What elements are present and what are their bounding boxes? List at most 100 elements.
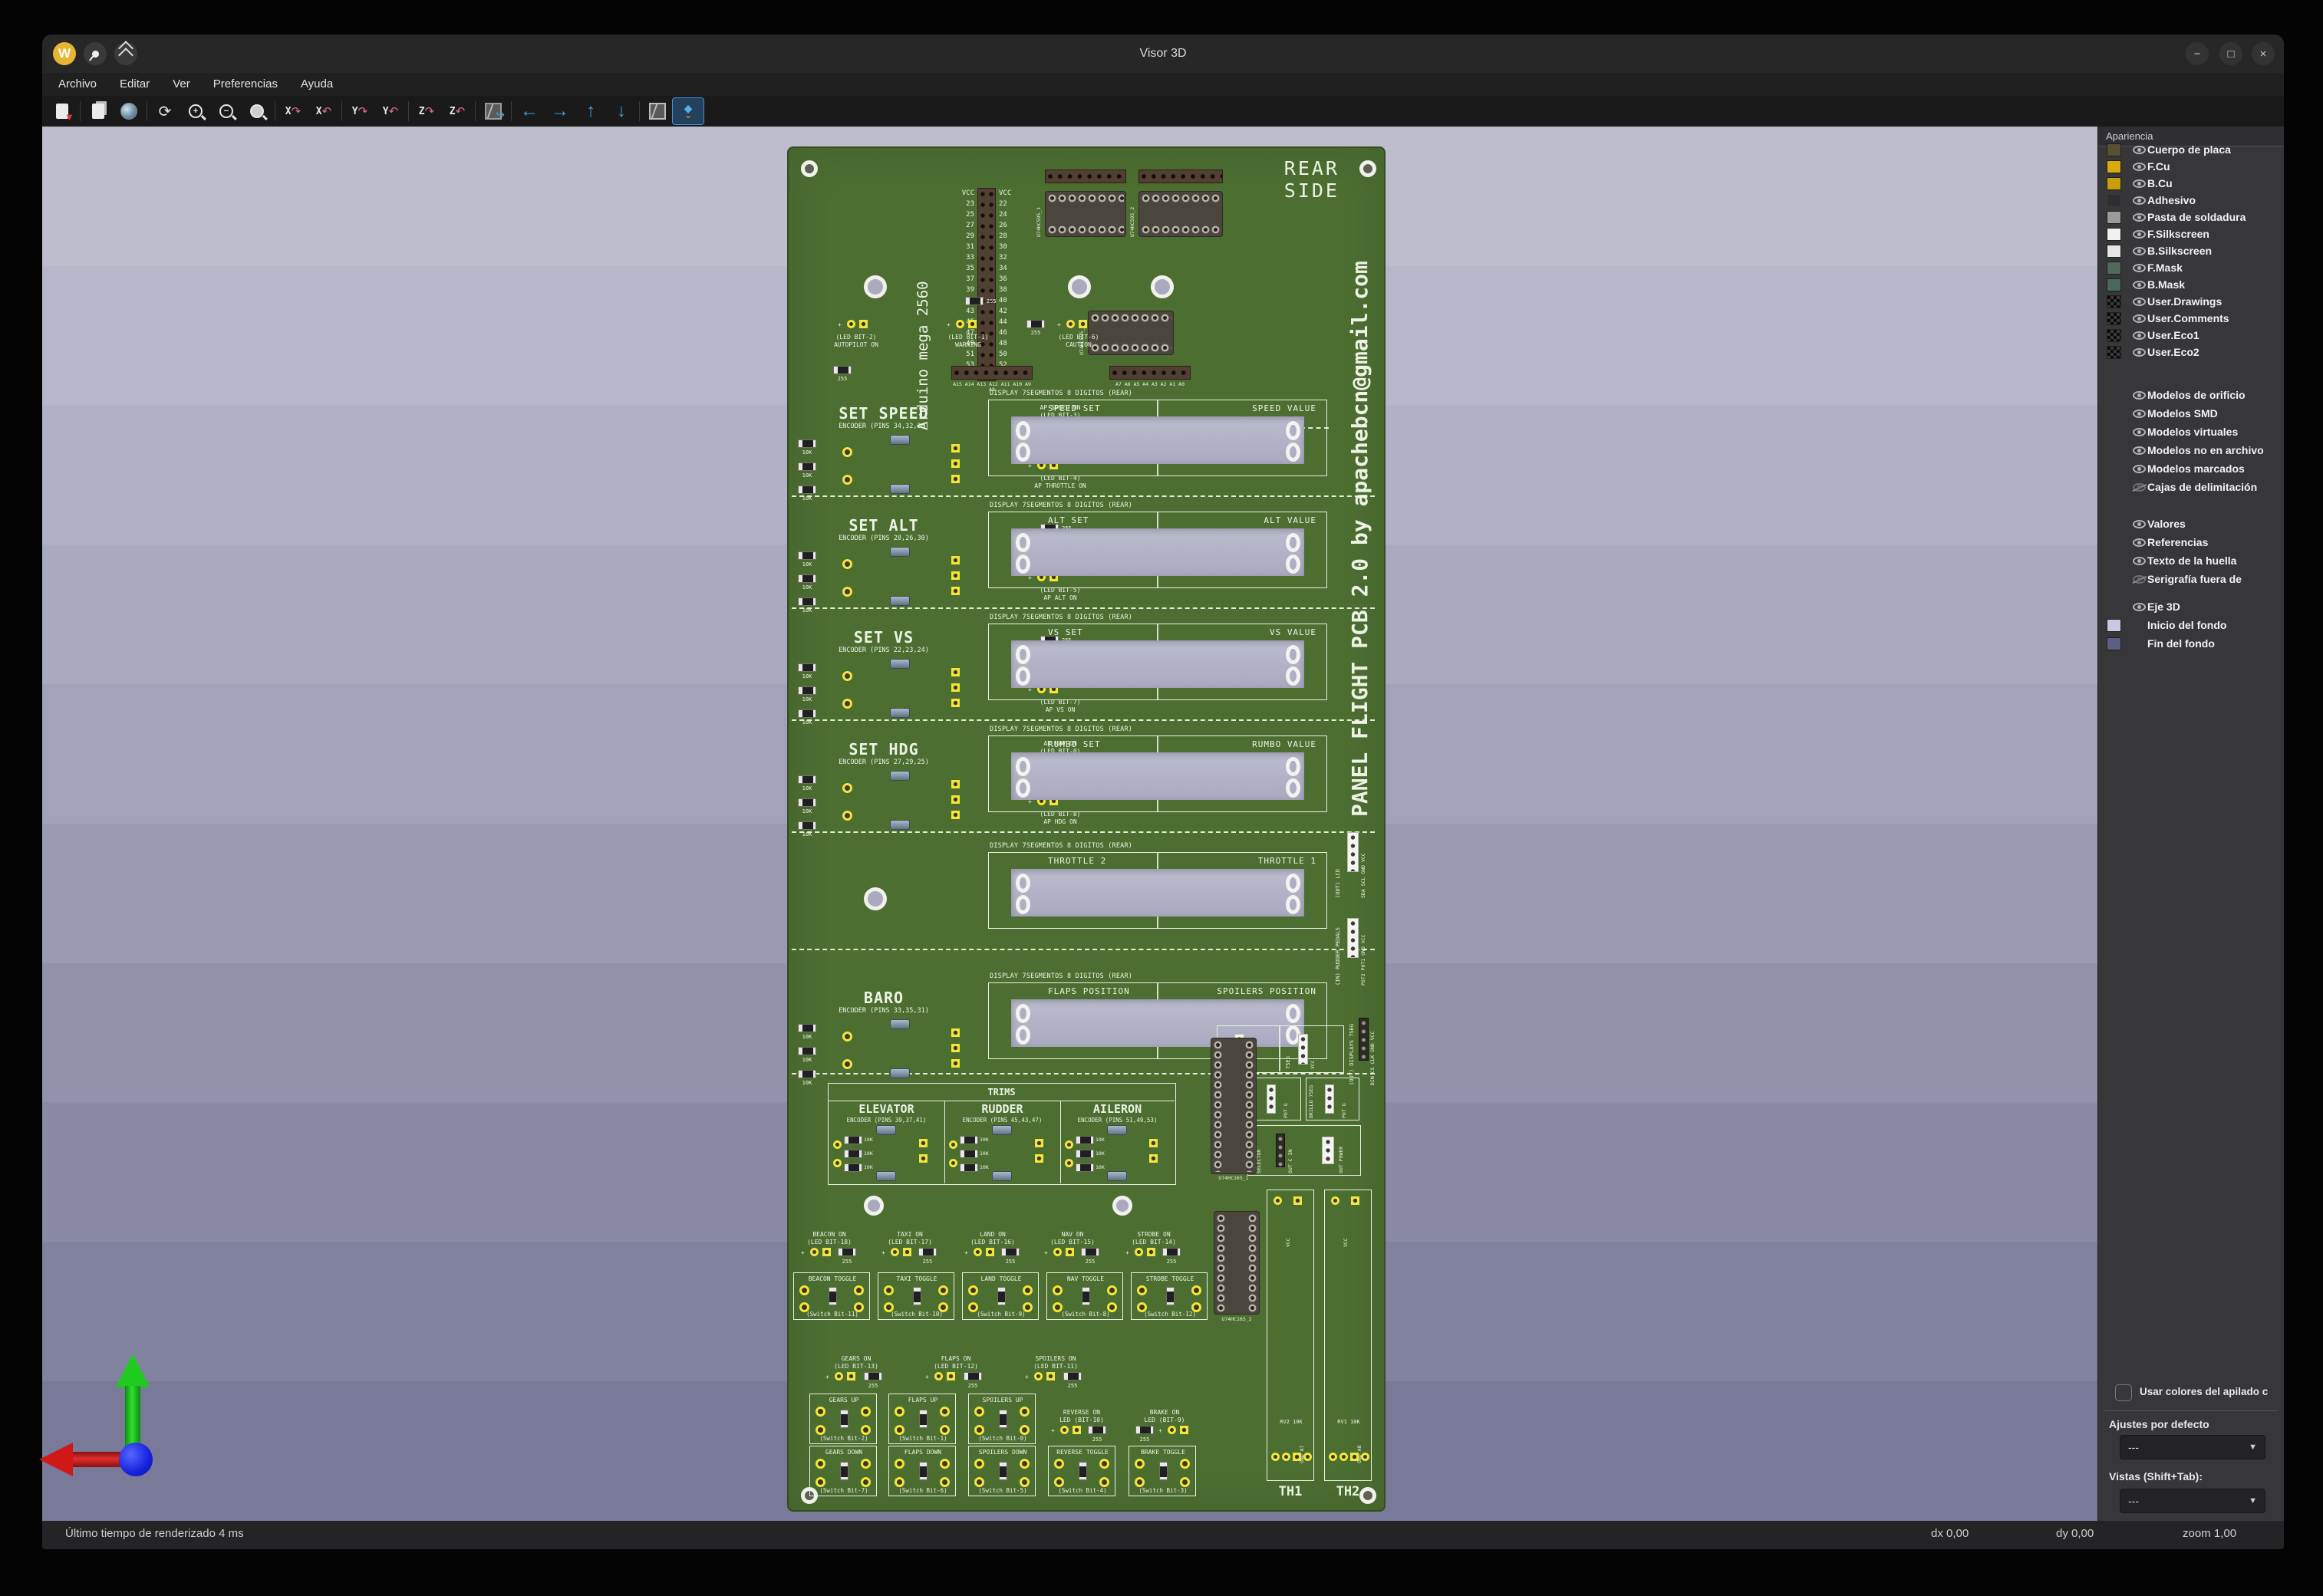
zoom-out-icon[interactable]: − bbox=[211, 98, 242, 124]
trims-box: TRIMS ELEVATOR ENCODER (PINS 39,37,41) 1… bbox=[828, 1083, 1176, 1185]
color-swatch[interactable] bbox=[2107, 637, 2121, 650]
eye-icon[interactable] bbox=[2133, 146, 2146, 154]
menu-archivo[interactable]: Archivo bbox=[47, 73, 108, 96]
row-cajas-delimitacion[interactable]: Cajas de delimitación bbox=[2098, 479, 2284, 496]
layer-swatch[interactable] bbox=[2107, 329, 2121, 342]
layer-row-eco1[interactable]: User.Eco1 bbox=[2098, 327, 2284, 344]
eye-icon[interactable] bbox=[2133, 520, 2146, 528]
layer-swatch[interactable] bbox=[2107, 177, 2121, 190]
row-referencias[interactable]: Referencias bbox=[2098, 535, 2284, 551]
layer-swatch[interactable] bbox=[2107, 312, 2121, 325]
layer-row-fcu[interactable]: F.Cu bbox=[2098, 159, 2284, 176]
layer-row-pasta[interactable]: Pasta de soldadura bbox=[2098, 209, 2284, 226]
menu-ver[interactable]: Ver bbox=[161, 73, 202, 96]
maximize-button[interactable]: □ bbox=[2219, 42, 2242, 65]
row-serigrafia-fuera[interactable]: Serigrafía fuera de bbox=[2098, 571, 2284, 588]
menu-editar[interactable]: Editar bbox=[108, 73, 161, 96]
eye-icon[interactable] bbox=[2133, 465, 2146, 473]
copy-image-icon[interactable] bbox=[83, 98, 114, 124]
layer-row-bsilk[interactable]: B.Silkscreen bbox=[2098, 243, 2284, 260]
layer-swatch[interactable] bbox=[2107, 143, 2121, 156]
row-modelos-smd[interactable]: Modelos SMD bbox=[2098, 406, 2284, 423]
layer-swatch[interactable] bbox=[2107, 194, 2121, 207]
layer-row-cuerpo[interactable]: Cuerpo de placa bbox=[2098, 142, 2284, 159]
rotate-z-cw-icon[interactable]: Z↷ bbox=[411, 98, 442, 124]
pan-down-icon[interactable]: ↓ bbox=[606, 98, 637, 124]
eye-icon[interactable] bbox=[2133, 281, 2146, 289]
layer-row-bmask[interactable]: B.Mask bbox=[2098, 277, 2284, 294]
eye-icon[interactable] bbox=[2133, 163, 2146, 171]
rotate-z-ccw-icon[interactable]: Z↶ bbox=[442, 98, 473, 124]
rotate-y-cw-icon[interactable]: Y↷ bbox=[344, 98, 375, 124]
eye-icon[interactable] bbox=[2133, 196, 2146, 205]
rotate-x-ccw-icon[interactable]: X↶ bbox=[308, 98, 339, 124]
layer-swatch[interactable] bbox=[2107, 211, 2121, 224]
pan-right-icon[interactable]: → bbox=[545, 98, 575, 124]
row-valores[interactable]: Valores bbox=[2098, 516, 2284, 533]
pan-up-icon[interactable]: ↑ bbox=[575, 98, 606, 124]
eye-icon[interactable] bbox=[2133, 391, 2146, 400]
row-modelos-orificio[interactable]: Modelos de orificio bbox=[2098, 387, 2284, 404]
layer-row-drawings[interactable]: User.Drawings bbox=[2098, 294, 2284, 311]
color-swatch[interactable] bbox=[2107, 619, 2121, 632]
eye-icon[interactable] bbox=[2133, 213, 2146, 222]
layer-swatch[interactable] bbox=[2107, 346, 2121, 359]
eye-icon[interactable] bbox=[2133, 603, 2146, 611]
eye-icon[interactable] bbox=[2133, 298, 2146, 306]
eye-icon[interactable] bbox=[2133, 230, 2146, 239]
menu-ayuda[interactable]: Ayuda bbox=[289, 73, 344, 96]
eye-icon[interactable] bbox=[2133, 348, 2146, 357]
layer-swatch[interactable] bbox=[2107, 245, 2121, 258]
eye-icon[interactable] bbox=[2133, 428, 2146, 436]
eye-icon[interactable] bbox=[2133, 331, 2146, 340]
export-image-icon[interactable]: ▼ bbox=[47, 98, 77, 124]
row-texto-huella[interactable]: Texto de la huella bbox=[2098, 553, 2284, 570]
rotate-y-ccw-icon[interactable]: Y↶ bbox=[375, 98, 406, 124]
pan-left-icon[interactable]: ← bbox=[514, 98, 545, 124]
row-modelos-virtuales[interactable]: Modelos virtuales bbox=[2098, 424, 2284, 441]
redraw-icon[interactable]: ⟳ bbox=[150, 98, 180, 124]
zoom-fit-icon[interactable] bbox=[242, 98, 272, 124]
eye-slash-icon[interactable] bbox=[2133, 483, 2146, 492]
eye-icon[interactable] bbox=[2133, 179, 2146, 188]
render-options-icon[interactable] bbox=[114, 98, 144, 124]
rotate-x-cw-icon[interactable]: X↷ bbox=[278, 98, 308, 124]
layer-row-fmask[interactable]: F.Mask bbox=[2098, 260, 2284, 277]
layer-row-eco2[interactable]: User.Eco2 bbox=[2098, 344, 2284, 361]
layer-swatch[interactable] bbox=[2107, 278, 2121, 291]
row-inicio-fondo[interactable]: Inicio del fondo bbox=[2098, 617, 2284, 634]
presets-dropdown[interactable]: ---▼ bbox=[2120, 1435, 2265, 1459]
zoom-in-icon[interactable]: + bbox=[180, 98, 211, 124]
pad bbox=[951, 699, 960, 707]
eye-icon[interactable] bbox=[2133, 247, 2146, 255]
layer-row-fsilk[interactable]: F.Silkscreen bbox=[2098, 226, 2284, 243]
row-modelos-marcados[interactable]: Modelos marcados bbox=[2098, 461, 2284, 478]
layer-swatch[interactable] bbox=[2107, 262, 2121, 275]
raytracing-icon[interactable]: ◆⌄ bbox=[673, 98, 703, 124]
layer-row-comments[interactable]: User.Comments bbox=[2098, 311, 2284, 327]
viewport-3d[interactable]: REAR SIDE PANEL FLIGHT PCB 2.0 by apache… bbox=[42, 127, 2097, 1521]
eye-icon[interactable] bbox=[2133, 538, 2146, 547]
row-eje-3d[interactable]: Eje 3D bbox=[2098, 599, 2284, 616]
close-button[interactable]: × bbox=[2252, 42, 2275, 65]
eye-icon[interactable] bbox=[2133, 410, 2146, 418]
resistor bbox=[1159, 1462, 1168, 1480]
layer-swatch[interactable] bbox=[2107, 228, 2121, 241]
layer-row-bcu[interactable]: B.Cu bbox=[2098, 176, 2284, 193]
eye-slash-icon[interactable] bbox=[2133, 575, 2146, 584]
views-dropdown[interactable]: ---▼ bbox=[2120, 1489, 2265, 1513]
row-fin-fondo[interactable]: Fin del fondo bbox=[2098, 636, 2284, 653]
stackup-colors-checkbox[interactable] bbox=[2115, 1384, 2132, 1401]
layer-swatch[interactable] bbox=[2107, 295, 2121, 308]
flip-board-icon[interactable]: ↪ bbox=[478, 98, 509, 124]
row-modelos-no-archivo[interactable]: Modelos no en archivo bbox=[2098, 443, 2284, 459]
layer-swatch[interactable] bbox=[2107, 160, 2121, 173]
minimize-button[interactable]: − bbox=[2186, 42, 2209, 65]
ortho-view-icon[interactable] bbox=[642, 98, 673, 124]
layer-row-adhesivo[interactable]: Adhesivo bbox=[2098, 193, 2284, 209]
eye-icon[interactable] bbox=[2133, 446, 2146, 455]
eye-icon[interactable] bbox=[2133, 264, 2146, 272]
menu-preferencias[interactable]: Preferencias bbox=[202, 73, 289, 96]
eye-icon[interactable] bbox=[2133, 557, 2146, 565]
eye-icon[interactable] bbox=[2133, 314, 2146, 323]
